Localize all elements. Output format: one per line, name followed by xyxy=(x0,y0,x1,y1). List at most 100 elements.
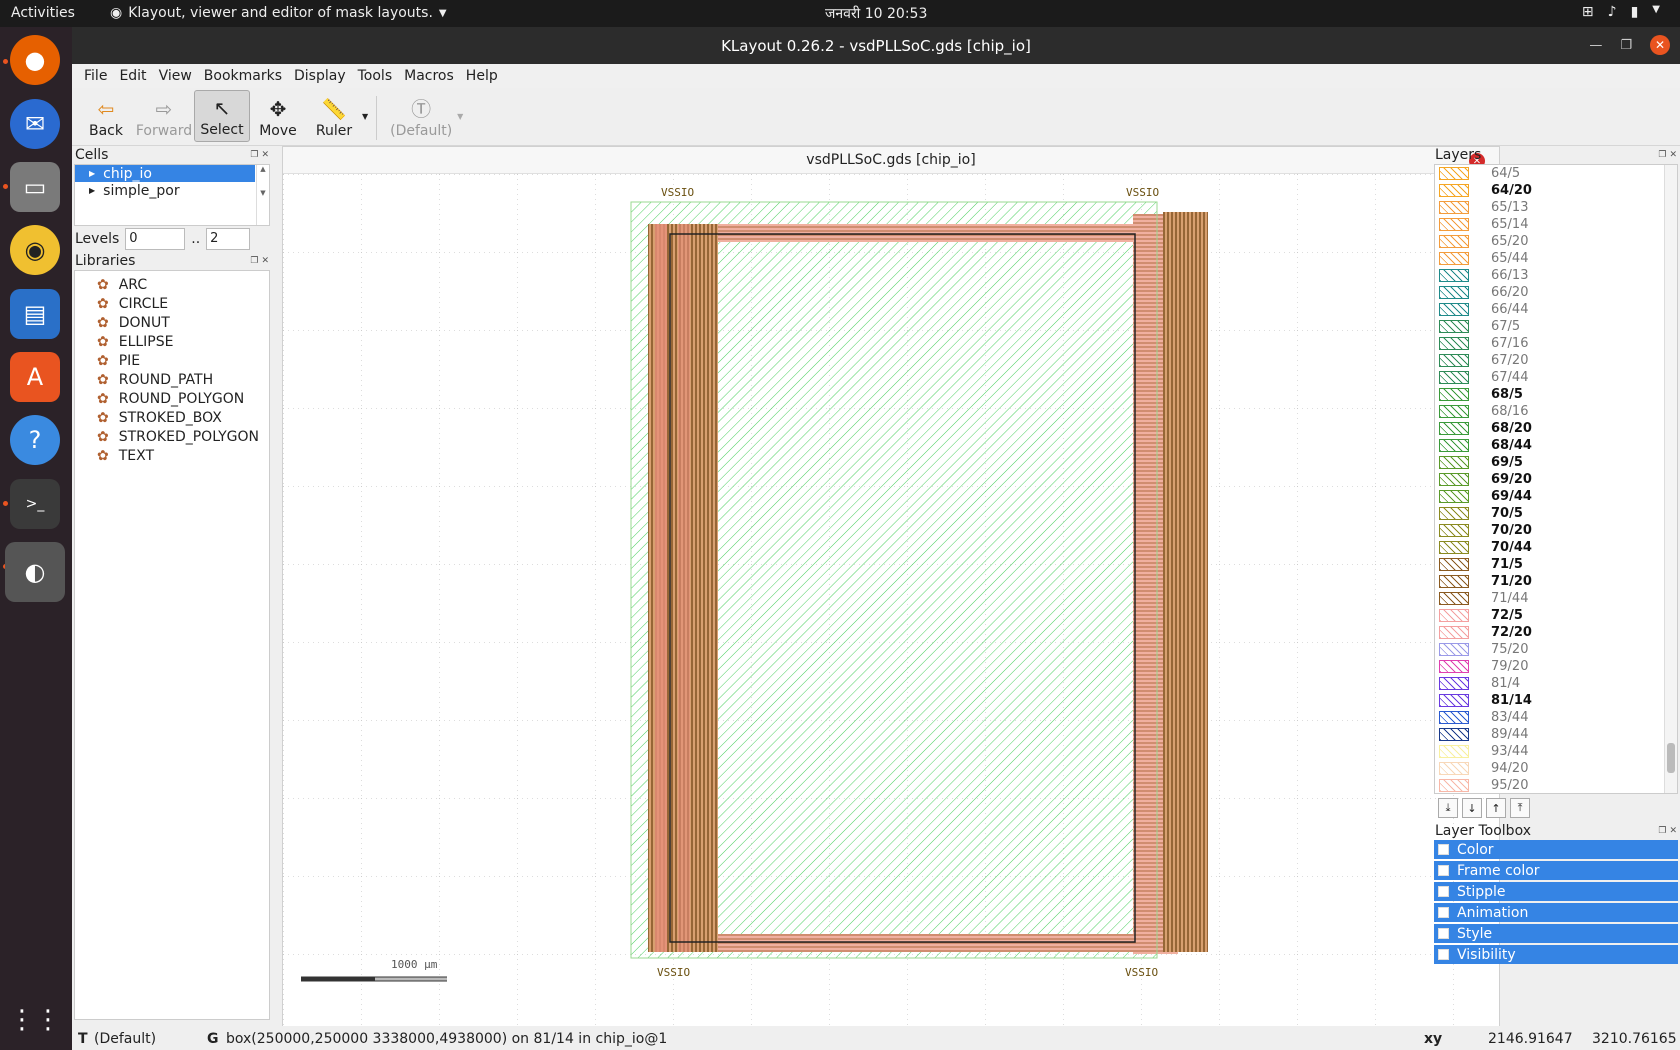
layer-item[interactable]: 69/5 xyxy=(1435,454,1677,471)
close-icon[interactable]: ✕ xyxy=(1669,150,1677,160)
layer-item[interactable]: 67/44 xyxy=(1435,369,1677,386)
checkbox[interactable] xyxy=(1438,907,1449,918)
layer-item[interactable]: 66/20 xyxy=(1435,284,1677,301)
library-item[interactable]: ✿ CIRCLE xyxy=(75,294,269,313)
minimize-icon[interactable]: — xyxy=(1589,38,1602,53)
close-icon[interactable]: ✕ xyxy=(261,150,269,160)
level-from-input[interactable]: 0 xyxy=(125,228,186,250)
layer-item[interactable]: 81/14 xyxy=(1435,692,1677,709)
ruler-dropdown-icon[interactable]: ▼ xyxy=(362,112,368,121)
menu-bookmarks[interactable]: Bookmarks xyxy=(198,68,288,84)
layer-item[interactable]: 79/20 xyxy=(1435,658,1677,675)
float-icon[interactable]: ❐ xyxy=(1658,150,1666,160)
layer-item[interactable]: 71/20 xyxy=(1435,573,1677,590)
float-icon[interactable]: ❐ xyxy=(250,150,258,160)
layer-item[interactable]: 71/5 xyxy=(1435,556,1677,573)
cell-item-chip_io[interactable]: ▶ chip_io xyxy=(75,165,255,182)
move-top-icon[interactable]: ⤒ xyxy=(1510,798,1530,818)
move-up-icon[interactable]: ↑ xyxy=(1486,798,1506,818)
layer-item[interactable]: 72/5 xyxy=(1435,607,1677,624)
library-item[interactable]: ✿ STROKED_BOX xyxy=(75,408,269,427)
rhythmbox-icon[interactable]: ◉ xyxy=(10,225,60,275)
default-dropdown-icon[interactable]: ▼ xyxy=(457,112,463,121)
layer-item[interactable]: 71/44 xyxy=(1435,590,1677,607)
layer-item[interactable]: 65/14 xyxy=(1435,216,1677,233)
back-button[interactable]: ⇦ Back xyxy=(78,90,134,142)
layer-item[interactable]: 68/20 xyxy=(1435,420,1677,437)
library-item[interactable]: ✿ TEXT xyxy=(75,446,269,465)
layer-item[interactable]: 67/16 xyxy=(1435,335,1677,352)
layer-item[interactable]: 72/20 xyxy=(1435,624,1677,641)
window-titlebar[interactable]: KLayout 0.26.2 - vsdPLLSoC.gds [chip_io]… xyxy=(72,27,1680,64)
cells-scrollbar[interactable]: ▲ ▼ xyxy=(256,165,269,225)
layer-item[interactable]: 93/44 xyxy=(1435,743,1677,760)
text-default-button[interactable]: Ⓣ (Default) xyxy=(385,90,457,142)
clock[interactable]: जनवरी 10 20:53 xyxy=(825,4,927,23)
help-icon[interactable]: ? xyxy=(10,415,60,465)
checkbox[interactable] xyxy=(1438,949,1449,960)
toolbox-item[interactable]: Visibility xyxy=(1434,945,1678,964)
close-icon[interactable]: ✕ xyxy=(261,256,269,266)
layer-item[interactable]: 95/20 xyxy=(1435,777,1677,793)
toolbox-item[interactable]: Style xyxy=(1434,924,1678,943)
library-item[interactable]: ✿ ROUND_PATH xyxy=(75,370,269,389)
layer-item[interactable]: 68/16 xyxy=(1435,403,1677,420)
layout-canvas[interactable]: VSSIO VSSIO VSSIO VSSIO 1000 µm xyxy=(283,174,1499,1026)
layer-item[interactable]: 65/44 xyxy=(1435,250,1677,267)
layer-item[interactable]: 68/5 xyxy=(1435,386,1677,403)
layer-item[interactable]: 94/20 xyxy=(1435,760,1677,777)
float-icon[interactable]: ❐ xyxy=(250,256,258,266)
menu-tools[interactable]: Tools xyxy=(352,68,399,84)
layer-item[interactable]: 67/20 xyxy=(1435,352,1677,369)
terminal-icon[interactable]: >_ xyxy=(10,479,60,529)
forward-button[interactable]: ⇨ Forward xyxy=(134,90,194,142)
app-menu[interactable]: ◉ Klayout, viewer and editor of mask lay… xyxy=(110,5,447,21)
library-item[interactable]: ✿ DONUT xyxy=(75,313,269,332)
library-item[interactable]: ✿ ROUND_POLYGON xyxy=(75,389,269,408)
close-icon[interactable]: ✕ xyxy=(1669,826,1677,836)
level-to-input[interactable]: 2 xyxy=(206,228,251,250)
software-icon[interactable]: A xyxy=(10,352,60,402)
writer-icon[interactable]: ▤ xyxy=(10,289,60,339)
library-item[interactable]: ✿ STROKED_POLYGON xyxy=(75,427,269,446)
checkbox[interactable] xyxy=(1438,844,1449,855)
layer-item[interactable]: 66/44 xyxy=(1435,301,1677,318)
checkbox[interactable] xyxy=(1438,886,1449,897)
library-item[interactable]: ✿ PIE xyxy=(75,351,269,370)
layer-item[interactable]: 70/44 xyxy=(1435,539,1677,556)
toolbox-item[interactable]: Frame color xyxy=(1434,861,1678,880)
close-icon[interactable]: ✕ xyxy=(1650,35,1670,55)
layer-item[interactable]: 65/20 xyxy=(1435,233,1677,250)
activities-button[interactable]: Activities xyxy=(11,5,75,21)
menu-macros[interactable]: Macros xyxy=(398,68,460,84)
show-apps-icon[interactable]: ⋮⋮ xyxy=(9,995,61,1045)
files-icon[interactable]: ▭ xyxy=(10,162,60,212)
layer-item[interactable]: 69/20 xyxy=(1435,471,1677,488)
move-bottom-icon[interactable]: ⤓ xyxy=(1438,798,1458,818)
layout-tab[interactable]: vsdPLLSoC.gds [chip_io] ✕ xyxy=(283,147,1499,174)
scroll-thumb[interactable] xyxy=(1667,743,1675,773)
layer-item[interactable]: 70/20 xyxy=(1435,522,1677,539)
layer-item[interactable]: 67/5 xyxy=(1435,318,1677,335)
float-icon[interactable]: ❐ xyxy=(1658,826,1666,836)
layer-item[interactable]: 69/44 xyxy=(1435,488,1677,505)
menu-help[interactable]: Help xyxy=(460,68,504,84)
menu-file[interactable]: File xyxy=(78,68,113,84)
layers-scrollbar[interactable] xyxy=(1664,165,1677,793)
toolbox-item[interactable]: Stipple xyxy=(1434,882,1678,901)
layer-item[interactable]: 64/20 xyxy=(1435,182,1677,199)
ruler-button[interactable]: 📏 Ruler xyxy=(306,90,362,142)
layer-item[interactable]: 68/44 xyxy=(1435,437,1677,454)
select-button[interactable]: ↖ Select xyxy=(194,90,250,142)
checkbox[interactable] xyxy=(1438,928,1449,939)
menu-display[interactable]: Display xyxy=(288,68,352,84)
toolbox-item[interactable]: Animation xyxy=(1434,903,1678,922)
firefox-icon[interactable]: ● xyxy=(10,35,60,85)
library-item[interactable]: ✿ ARC xyxy=(75,275,269,294)
layer-item[interactable]: 75/20 xyxy=(1435,641,1677,658)
layer-item[interactable]: 89/44 xyxy=(1435,726,1677,743)
layer-item[interactable]: 70/5 xyxy=(1435,505,1677,522)
thunderbird-icon[interactable]: ✉ xyxy=(10,99,60,149)
cell-item-simple_por[interactable]: ▶ simple_por xyxy=(75,182,269,199)
maximize-icon[interactable]: ❐ xyxy=(1620,38,1632,53)
